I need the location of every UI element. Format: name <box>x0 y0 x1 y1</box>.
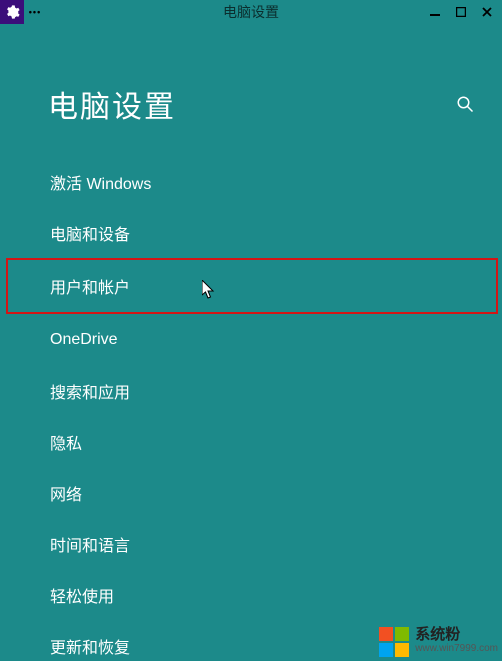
watermark-logo-icon <box>377 625 411 659</box>
minimize-button[interactable] <box>422 2 448 22</box>
menu-activate-windows[interactable]: 激活 Windows <box>0 156 502 207</box>
menu-network[interactable]: 网络 <box>0 467 502 518</box>
menu-time-and-language[interactable]: 时间和语言 <box>0 518 502 569</box>
gear-icon <box>4 4 20 20</box>
menu-onedrive[interactable]: OneDrive <box>0 314 502 365</box>
menu-item-label: 搜索和应用 <box>50 379 130 403</box>
settings-menu: 激活 Windows 电脑和设备 用户和帐户 OneDrive 搜索和应用 隐私… <box>0 156 502 671</box>
system-menu-dots[interactable]: ••• <box>24 7 46 17</box>
menu-item-label: 时间和语言 <box>50 532 130 556</box>
menu-item-label: 更新和恢复 <box>50 634 130 658</box>
menu-item-label: 电脑和设备 <box>50 221 130 245</box>
menu-pc-and-devices[interactable]: 电脑和设备 <box>0 207 502 258</box>
menu-item-label: OneDrive <box>50 331 118 349</box>
watermark-line2: www.win7999.com <box>415 642 498 656</box>
menu-ease-of-access[interactable]: 轻松使用 <box>0 569 502 620</box>
menu-item-label: 网络 <box>50 481 82 505</box>
cursor-icon <box>202 280 216 300</box>
menu-privacy[interactable]: 隐私 <box>0 416 502 467</box>
titlebar-left: ••• <box>0 0 46 24</box>
watermark-line1: 系统粉 <box>415 628 498 642</box>
app-icon[interactable] <box>0 0 24 24</box>
app-body: 电脑设置 激活 Windows 电脑和设备 用户和帐户 OneDrive 搜索和… <box>0 24 502 661</box>
maximize-button[interactable] <box>448 2 474 22</box>
menu-item-label: 激活 Windows <box>50 170 151 194</box>
window-titlebar: ••• 电脑设置 <box>0 0 502 24</box>
menu-item-label: 隐私 <box>50 430 82 454</box>
search-icon <box>456 95 474 113</box>
menu-search-and-apps[interactable]: 搜索和应用 <box>0 365 502 416</box>
search-button[interactable] <box>456 95 474 113</box>
menu-item-label: 轻松使用 <box>50 583 114 607</box>
window-controls <box>422 0 500 24</box>
watermark-text: 系统粉 www.win7999.com <box>415 628 498 656</box>
watermark: 系统粉 www.win7999.com <box>377 625 498 659</box>
page-title: 电脑设置 <box>48 82 176 126</box>
close-button[interactable] <box>474 2 500 22</box>
menu-users-and-accounts[interactable]: 用户和帐户 <box>6 258 498 314</box>
menu-item-label: 用户和帐户 <box>50 274 130 298</box>
